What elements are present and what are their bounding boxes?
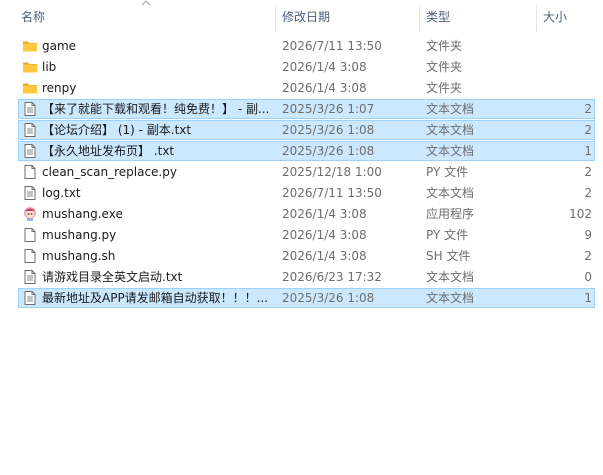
file-icon	[22, 246, 38, 267]
file-name: 【论坛介绍】 (1) - 副本.txt	[42, 123, 192, 137]
sort-ascending-icon	[141, 0, 151, 6]
file-name: lib	[42, 60, 57, 74]
file-row[interactable]: lib 2026/1/4 3:08 文件夹	[0, 57, 603, 78]
file-type: PY 文件	[426, 228, 469, 242]
file-type: 文本文档	[426, 291, 475, 305]
file-modified-date: 2026/1/4 3:08	[282, 249, 367, 263]
file-row[interactable]: clean_scan_replace.py 2025/12/18 1:00 PY 文…	[0, 162, 603, 183]
file-size: 2	[584, 102, 592, 116]
file-type: 文件夹	[426, 60, 463, 74]
text-file-icon	[22, 120, 38, 141]
file-name: log.txt	[42, 186, 81, 200]
text-file-icon	[22, 183, 38, 204]
file-row[interactable]: 【永久地址发布页】 .txt 2025/3/26 1:08 文本文档 1	[0, 141, 603, 162]
text-file-icon	[22, 267, 38, 288]
file-size	[534, 36, 592, 57]
file-row[interactable]: mushang.sh 2026/1/4 3:08 SH 文件 2	[0, 246, 603, 267]
file-modified-date: 2026/6/23 17:32	[282, 270, 382, 284]
file-type: 文本文档	[426, 144, 475, 158]
file-row[interactable]: mushang.exe 2026/1/4 3:08 应用程序 102	[0, 204, 603, 225]
folder-icon	[22, 78, 38, 99]
file-modified-date: 2025/3/26 1:07	[282, 102, 375, 116]
file-modified-date: 2025/3/26 1:08	[282, 144, 375, 158]
column-header: 名称 修改日期 类型 大小	[0, 0, 603, 35]
file-type: 文本文档	[426, 102, 475, 116]
file-size: 1	[584, 144, 592, 158]
file-type: PY 文件	[426, 165, 469, 179]
file-modified-date: 2026/7/11 13:50	[282, 39, 382, 53]
text-file-icon	[22, 141, 38, 162]
file-list: game 2026/7/11 13:50 文件夹 lib 2026/1/4 3:08 文件…	[0, 36, 603, 309]
file-name: 最新地址及APP请发邮箱自动获取！！！...	[42, 291, 269, 305]
folder-icon	[22, 36, 38, 57]
file-row[interactable]: log.txt 2026/7/11 13:50 文本文档 2	[0, 183, 603, 204]
file-name: 【来了就能下载和观看！纯免费！】 - 副...	[42, 102, 270, 116]
file-name: mushang.py	[42, 228, 117, 242]
file-size: 2	[584, 123, 592, 137]
file-name: mushang.sh	[42, 249, 116, 263]
file-name: mushang.exe	[42, 207, 123, 221]
file-size: 2	[584, 249, 592, 263]
file-modified-date: 2025/3/26 1:08	[282, 123, 375, 137]
file-size: 2	[584, 186, 592, 200]
file-type: 文本文档	[426, 123, 475, 137]
file-size: 1	[584, 291, 592, 305]
column-header-type[interactable]: 类型	[420, 0, 536, 34]
column-header-date[interactable]: 修改日期	[276, 0, 419, 34]
file-name: clean_scan_replace.py	[42, 165, 177, 179]
file-modified-date: 2026/7/11 13:50	[282, 186, 382, 200]
file-size: 0	[584, 270, 592, 284]
file-modified-date: 2026/1/4 3:08	[282, 207, 367, 221]
file-name: renpy	[42, 81, 77, 95]
file-modified-date: 2026/1/4 3:08	[282, 228, 367, 242]
text-file-icon	[22, 99, 38, 120]
column-header-size[interactable]: 大小	[537, 0, 603, 34]
file-type: 文本文档	[426, 186, 475, 200]
file-row[interactable]: 【论坛介绍】 (1) - 副本.txt 2025/3/26 1:08 文本文档 2	[0, 120, 603, 141]
file-row[interactable]: game 2026/7/11 13:50 文件夹	[0, 36, 603, 57]
file-size	[534, 78, 592, 99]
file-type: 文件夹	[426, 39, 463, 53]
file-row[interactable]: mushang.py 2026/1/4 3:08 PY 文件 9	[0, 225, 603, 246]
file-explorer: 名称 修改日期 类型 大小 game 2026/7/11 13:50 文件夹 lib 2…	[0, 0, 603, 475]
file-type: 文本文档	[426, 270, 475, 284]
file-modified-date: 2025/12/18 1:00	[282, 165, 382, 179]
app-icon	[22, 204, 38, 225]
file-size: 2	[584, 165, 592, 179]
file-name: game	[42, 39, 77, 53]
file-modified-date: 2026/1/4 3:08	[282, 60, 367, 74]
file-icon	[22, 162, 38, 183]
file-modified-date: 2026/1/4 3:08	[282, 81, 367, 95]
file-size	[534, 57, 592, 78]
folder-icon	[22, 57, 38, 78]
file-name: 请游戏目录全英文启动.txt	[42, 270, 183, 284]
file-size: 9	[584, 228, 592, 242]
file-row[interactable]: 请游戏目录全英文启动.txt 2026/6/23 17:32 文本文档 0	[0, 267, 603, 288]
text-file-icon	[22, 288, 38, 309]
file-row[interactable]: 最新地址及APP请发邮箱自动获取！！！... 2025/3/26 1:08 文本文档…	[0, 288, 603, 309]
file-icon	[22, 225, 38, 246]
file-row[interactable]: 【来了就能下载和观看！纯免费！】 - 副... 2025/3/26 1:07 文本文…	[0, 99, 603, 120]
file-type: SH 文件	[426, 249, 471, 263]
file-size: 102	[569, 207, 592, 221]
file-name: 【永久地址发布页】 .txt	[42, 144, 175, 158]
file-modified-date: 2025/3/26 1:08	[282, 291, 375, 305]
file-row[interactable]: renpy 2026/1/4 3:08 文件夹	[0, 78, 603, 99]
file-type: 文件夹	[426, 81, 463, 95]
file-type: 应用程序	[426, 207, 475, 221]
